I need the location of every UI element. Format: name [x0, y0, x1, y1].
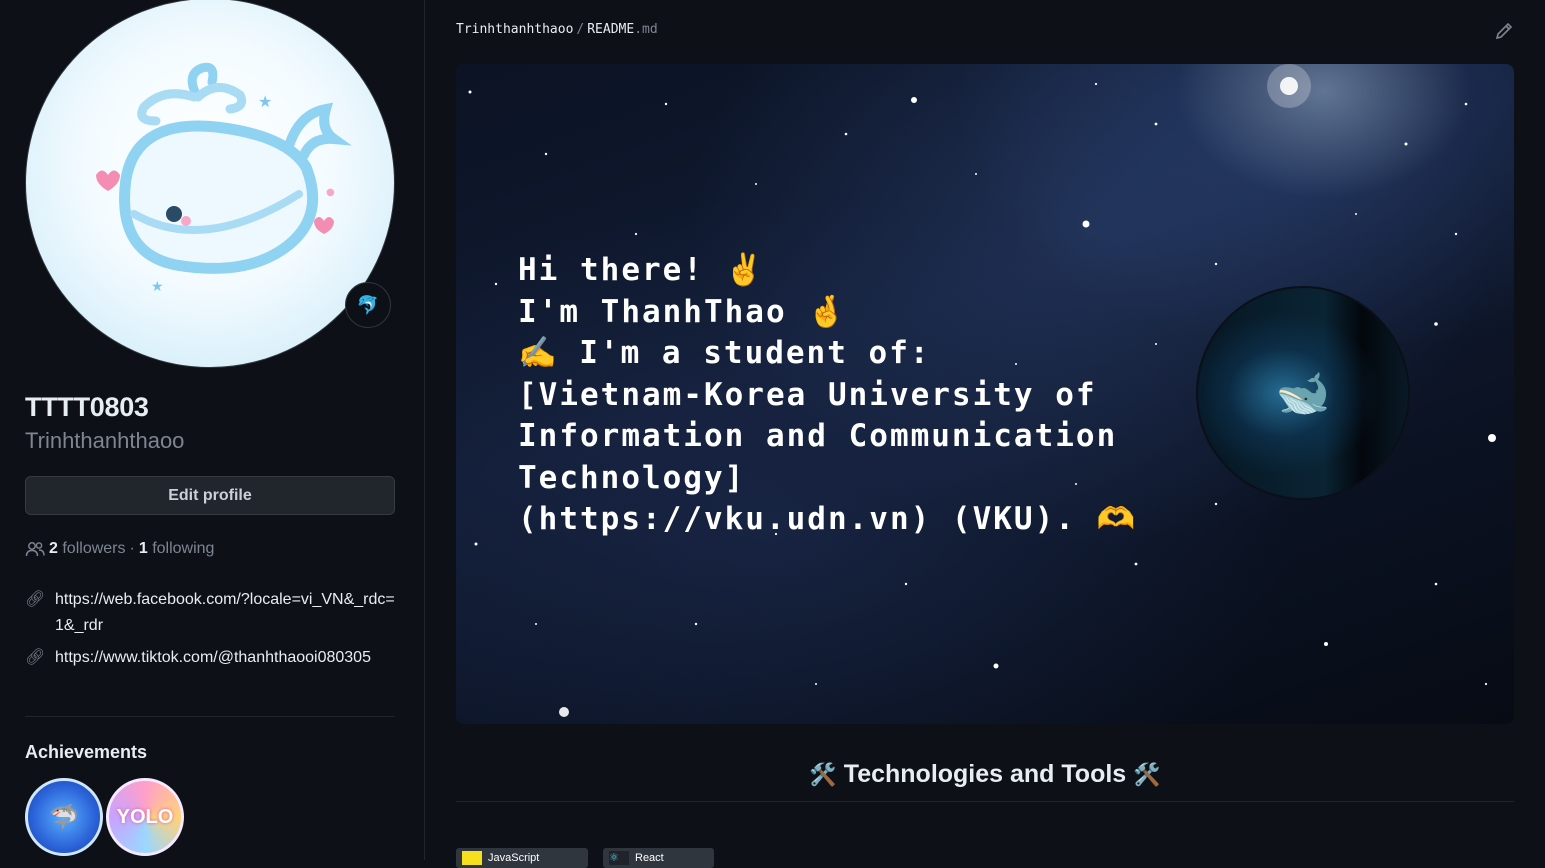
tech-heading-text: Technologies and Tools	[843, 760, 1127, 788]
javascript-icon	[462, 851, 482, 865]
banner-line-2: I'm ThanhThao 🤞	[518, 293, 848, 330]
following-count: 1	[138, 540, 148, 557]
tiktok-link[interactable]: https://www.tiktok.com/@thanhthaooi08030…	[55, 645, 395, 671]
tech-heading: 🛠️ Technologies and Tools 🛠️	[456, 760, 1514, 789]
whale-avatar-image: ★ ● ★	[96, 62, 352, 295]
whale-orb-image: 🐋	[1196, 286, 1410, 500]
svg-text:●: ●	[326, 187, 335, 198]
banner-greeting: Hi there! ✌️ I'm ThanhThao 🤞 ✍️ I'm a st…	[518, 250, 1158, 541]
banner-line-3: ✍️ I'm a student of:	[518, 335, 931, 371]
yolo-badge[interactable]: YOLO	[106, 778, 184, 856]
people-icon	[25, 542, 45, 557]
tools-icon: 🛠️	[809, 762, 837, 787]
whale-icon: 🐋	[1275, 369, 1331, 418]
follow-stats: 2 followers · 1 following	[25, 538, 214, 560]
dolphin-icon: 🐬	[356, 294, 380, 315]
profile-sidebar: ★ ● ★ 🐬 TTTT0803 Trinhthanhthaoo Edit pr…	[0, 0, 425, 860]
link-icon: 🔗︎	[25, 649, 46, 666]
shark-icon: 🦈	[49, 803, 79, 831]
yolo-icon: YOLO	[116, 805, 174, 828]
breadcrumb-user[interactable]: Trinhthanhthaoo	[456, 22, 573, 37]
profile-link-facebook: 🔗︎ https://web.facebook.com/?locale=vi_V…	[25, 587, 395, 639]
chip-label: JavaScript	[488, 852, 540, 864]
follow-separator: ·	[129, 540, 135, 557]
followers-count: 2	[49, 540, 58, 557]
banner-line-1: Hi there! ✌️	[518, 252, 766, 288]
avatar[interactable]: ★ ● ★	[25, 0, 395, 368]
sidebar-divider	[25, 716, 395, 717]
banner-line-7: (https://vku.udn.vn) (VKU). 🫶	[518, 501, 1138, 537]
chip-label: React	[635, 852, 664, 864]
edit-readme-icon	[1495, 22, 1513, 40]
profile-username: Trinhthanhthaoo	[25, 428, 185, 453]
profile-link-tiktok: 🔗︎ https://www.tiktok.com/@thanhthaooi08…	[25, 645, 395, 671]
followers-label: followers	[62, 540, 126, 557]
profile-display-name: TTTT0803	[25, 392, 149, 422]
tech-chip-react[interactable]: ⚛ React	[603, 848, 714, 868]
banner-line-6: Technology]	[518, 459, 746, 496]
pencil-icon[interactable]	[1493, 20, 1515, 48]
achievements-title[interactable]: Achievements	[25, 742, 147, 763]
react-icon: ⚛	[609, 851, 629, 865]
shark-badge[interactable]: 🦈	[25, 778, 103, 856]
edit-profile-button[interactable]: Edit profile	[25, 476, 395, 515]
facebook-link[interactable]: https://web.facebook.com/?locale=vi_VN&_…	[55, 587, 395, 639]
banner-line-5: Information and Communication	[518, 418, 1118, 454]
following-link[interactable]: 1 following	[139, 540, 215, 558]
tools-icon: 🛠️	[1133, 762, 1161, 787]
status-emoji-button[interactable]: 🐬	[345, 282, 391, 328]
svg-text:★: ★	[258, 92, 272, 111]
following-label: following	[152, 540, 215, 557]
tech-divider	[456, 801, 1514, 802]
readme-panel: Trinhthanhthaoo / README.md Hi there! ✌️…	[426, 0, 1545, 868]
tech-chip-javascript[interactable]: JavaScript	[456, 848, 588, 868]
breadcrumb-file: README	[587, 22, 635, 37]
readme-banner-image: Hi there! ✌️ I'm ThanhThao 🤞 ✍️ I'm a st…	[456, 64, 1514, 724]
svg-text:★: ★	[151, 279, 164, 295]
banner-line-4: [Vietnam-Korea University of	[518, 376, 1097, 413]
breadcrumb-separator: /	[576, 22, 585, 37]
followers-link[interactable]: 2 followers	[49, 540, 126, 558]
breadcrumb: Trinhthanhthaoo / README.md	[456, 22, 658, 37]
link-icon: 🔗︎	[25, 591, 46, 608]
breadcrumb-ext: .md	[634, 22, 658, 37]
